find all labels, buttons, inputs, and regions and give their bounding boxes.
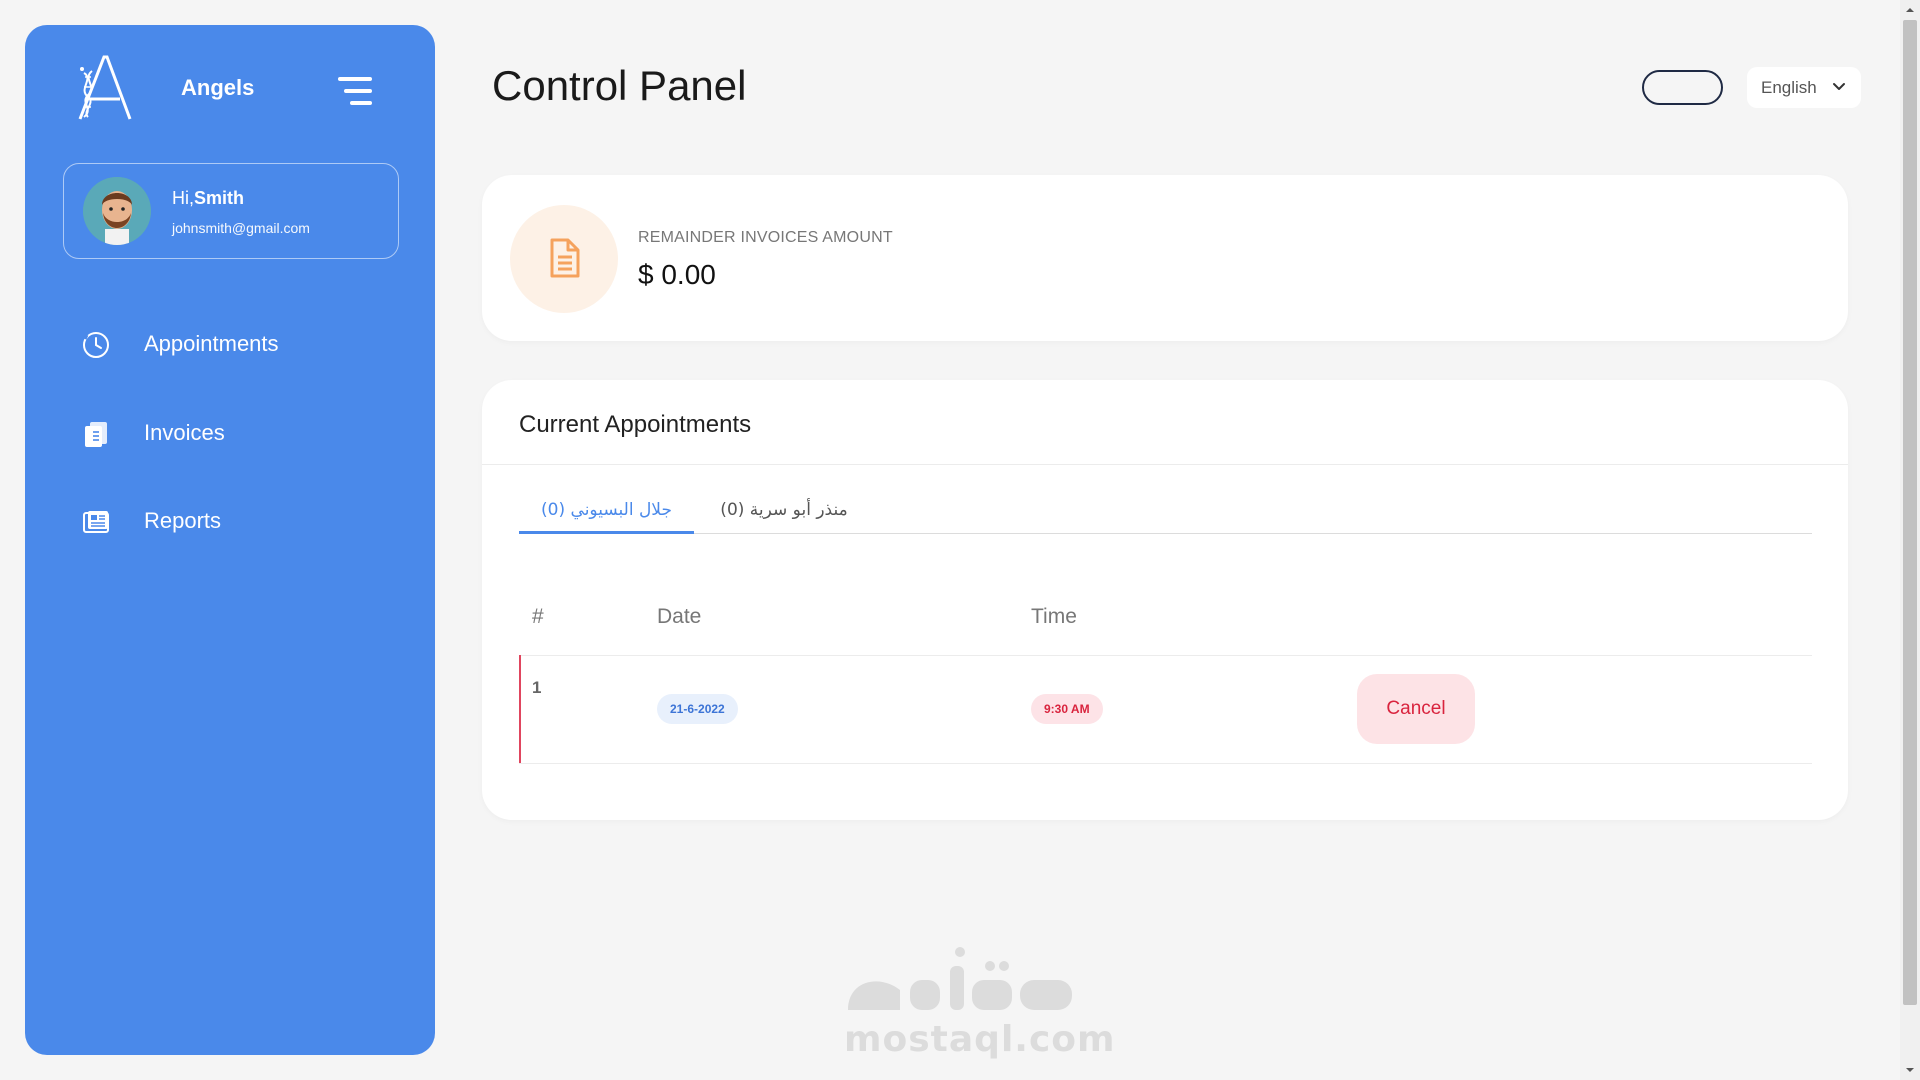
brand-name: Angels xyxy=(181,75,255,100)
current-appointments-card: Current Appointments جلال البسيوني (0) م… xyxy=(482,380,1848,820)
angels-dna-logo xyxy=(78,55,132,120)
language-select[interactable]: English xyxy=(1747,67,1861,108)
row-number: 1 xyxy=(532,678,542,697)
tab-doctor-2[interactable]: منذر أبو سرية (0) xyxy=(704,500,864,534)
language-selected: English xyxy=(1761,78,1817,97)
date-badge: 21-6-2022 xyxy=(657,694,738,724)
greeting-text: Hi, xyxy=(172,188,194,208)
document-icon xyxy=(550,238,580,278)
reports-icon xyxy=(83,511,109,533)
summary-value: $ 0.00 xyxy=(638,259,716,290)
clock-icon xyxy=(83,332,109,358)
row-accent-bar xyxy=(519,655,521,763)
scrollbar[interactable] xyxy=(1900,0,1920,1080)
invoice-icon xyxy=(85,422,107,447)
section-title: Current Appointments xyxy=(519,411,752,438)
hamburger-menu-icon[interactable] xyxy=(338,77,376,111)
sidebar-item-invoices[interactable]: Invoices xyxy=(81,409,401,459)
scroll-up-arrow-icon[interactable] xyxy=(1904,4,1916,16)
sidebar-item-reports[interactable]: Reports xyxy=(81,497,401,547)
row-divider xyxy=(519,655,1812,656)
tab-doctor-1[interactable]: جلال البسيوني (0) xyxy=(519,500,694,534)
page-title: Control Panel xyxy=(492,62,747,109)
user-card[interactable]: Hi,Smith johnsmith@gmail.com xyxy=(63,163,399,259)
avatar xyxy=(83,177,151,245)
time-badge: 9:30 AM xyxy=(1031,694,1103,724)
mostaql-logo xyxy=(848,947,1072,1010)
column-header-date: Date xyxy=(657,605,702,628)
row-divider xyxy=(519,763,1812,764)
theme-toggle[interactable] xyxy=(1642,70,1723,105)
chevron-down-icon xyxy=(1833,83,1845,90)
column-header-time: Time xyxy=(1031,605,1077,628)
user-greeting: Hi,Smith xyxy=(172,188,244,209)
sidebar-item-label: Appointments xyxy=(144,331,279,356)
sidebar-item-label: Reports xyxy=(144,508,222,533)
user-email: johnsmith@gmail.com xyxy=(172,220,310,236)
scroll-down-arrow-icon[interactable] xyxy=(1904,1064,1916,1076)
sidebar-item-appointments[interactable]: Appointments xyxy=(81,320,401,370)
sidebar: Angels Hi,Smith johnsmith@gmail.com Appo… xyxy=(25,25,435,1055)
invoice-icon-badge xyxy=(510,205,618,313)
divider xyxy=(482,464,1848,465)
brand: Angels xyxy=(70,53,410,123)
user-name: Smith xyxy=(194,188,245,208)
cancel-button[interactable]: Cancel xyxy=(1357,674,1475,744)
sidebar-item-label: Invoices xyxy=(144,420,225,445)
doctor-tabs: جلال البسيوني (0) منذر أبو سرية (0) xyxy=(519,500,1812,534)
watermark-text: mostaql.com xyxy=(844,1019,1116,1060)
invoice-summary-card: REMAINDER INVOICES AMOUNT $ 0.00 xyxy=(482,175,1848,341)
summary-label: REMAINDER INVOICES AMOUNT xyxy=(638,229,893,246)
scroll-thumb[interactable] xyxy=(1903,20,1917,1005)
column-header-number: # xyxy=(532,605,544,628)
